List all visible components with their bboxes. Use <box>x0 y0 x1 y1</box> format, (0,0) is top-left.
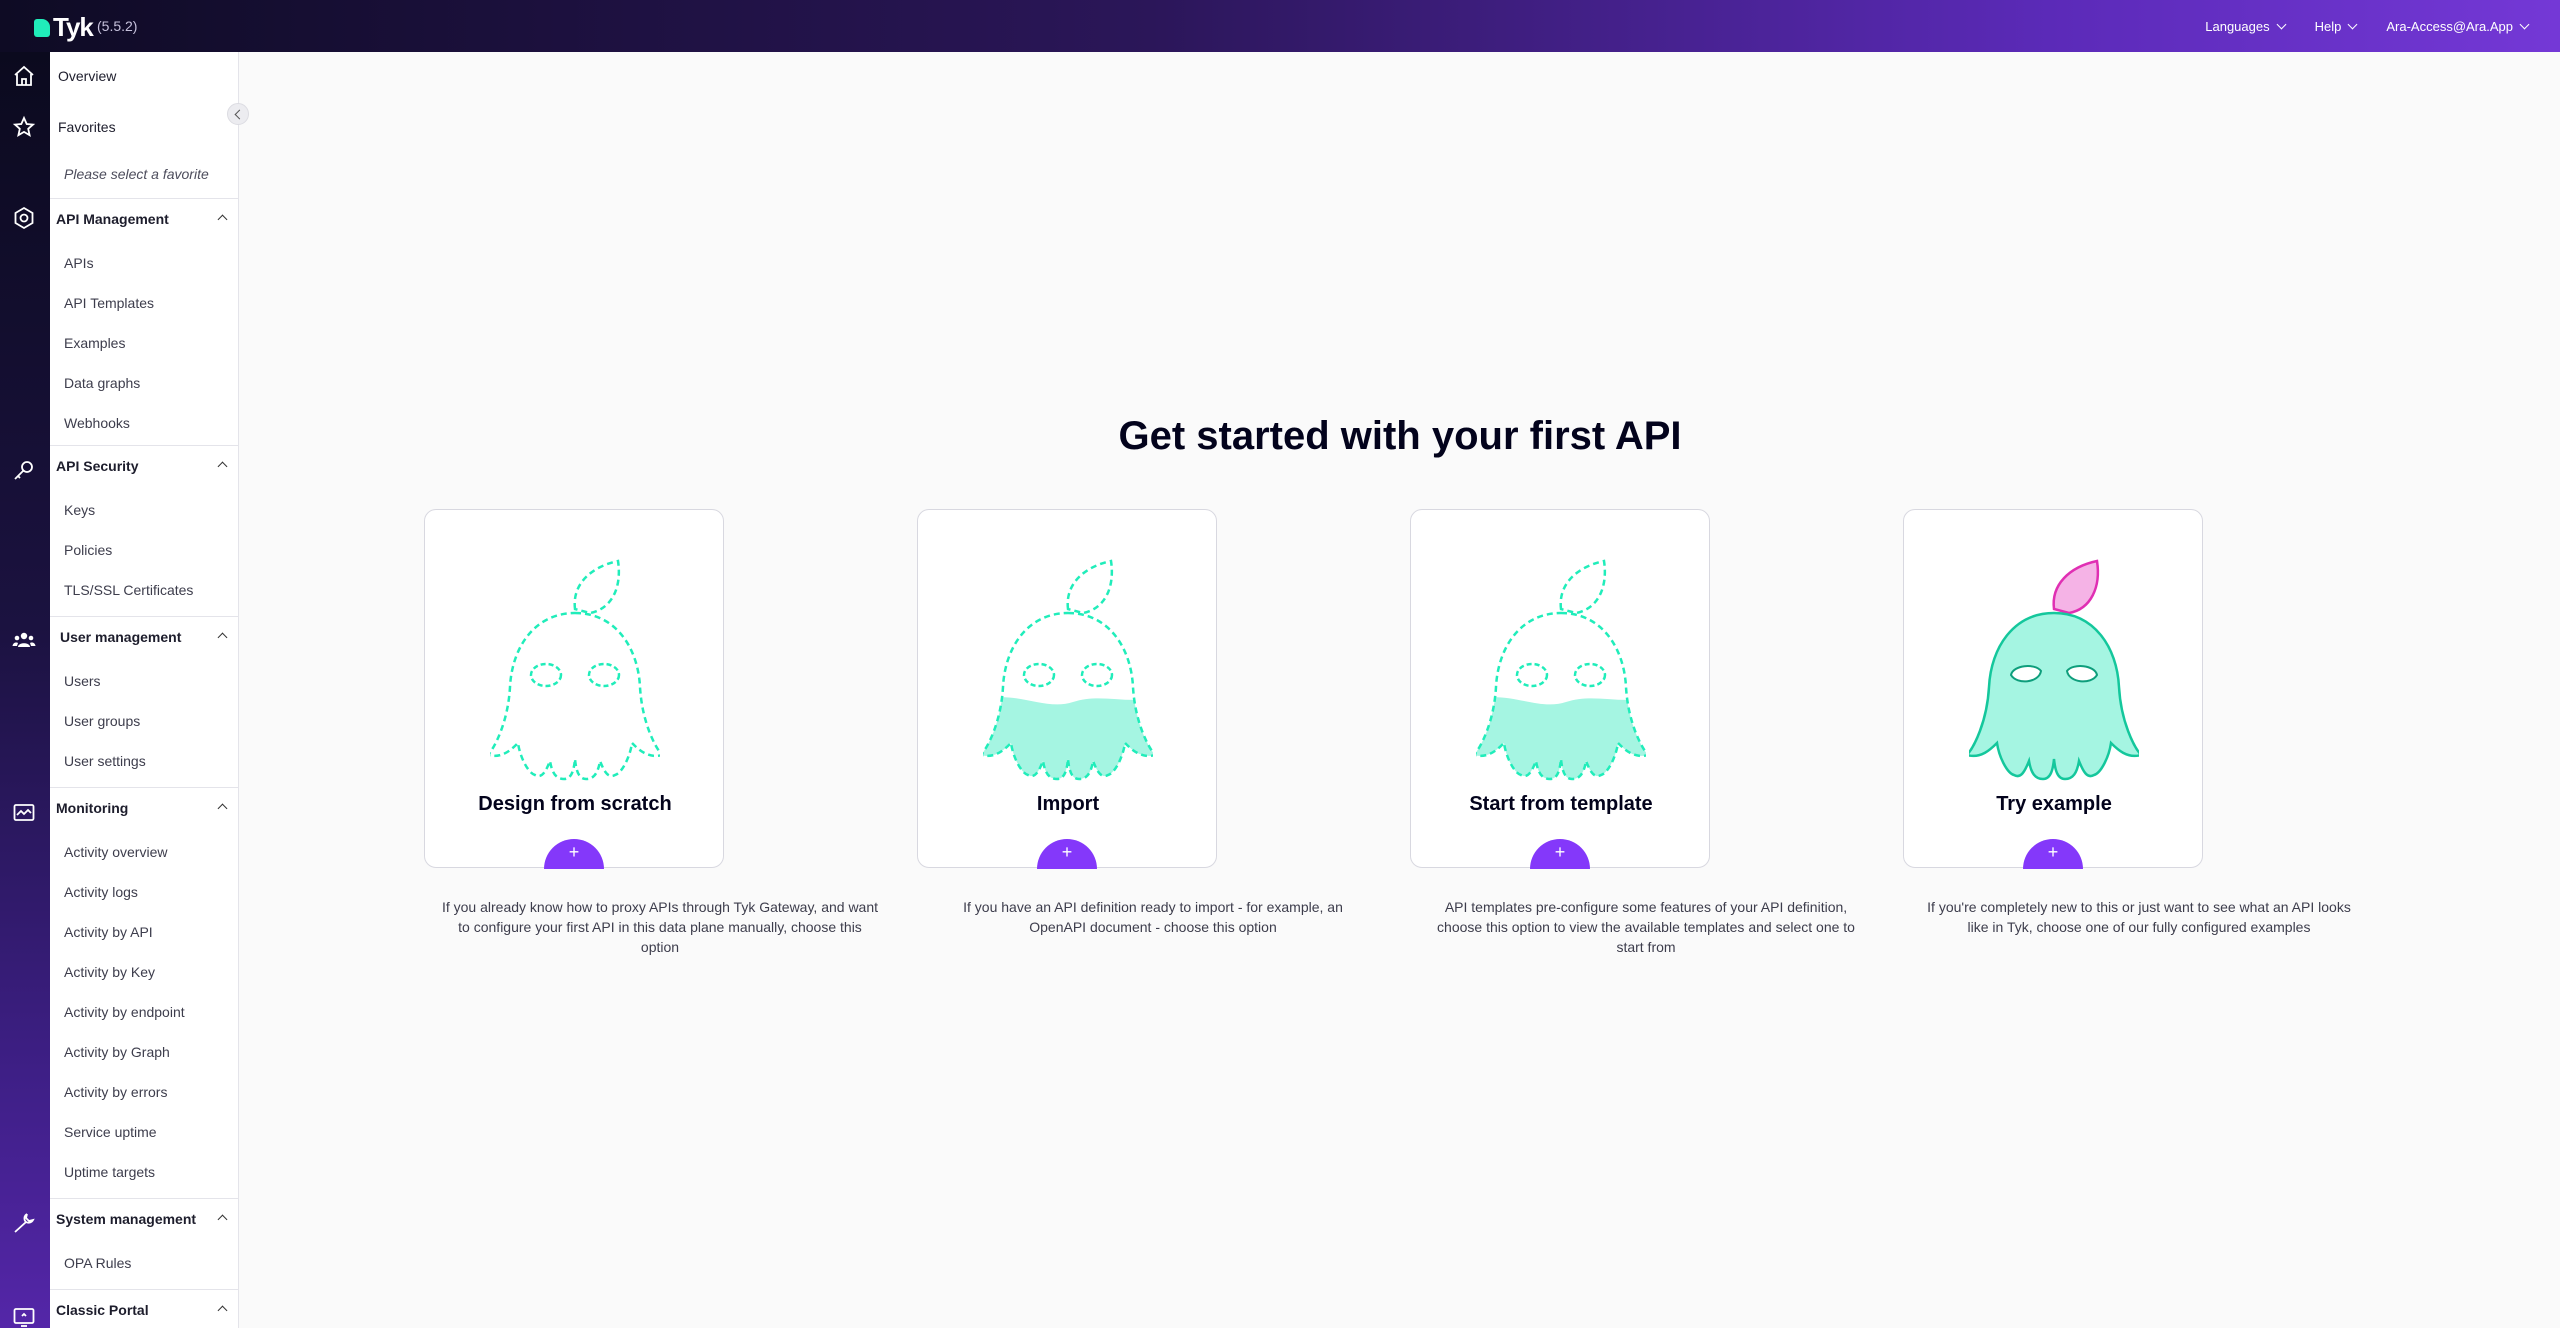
sidebar-item-opa-rules[interactable]: OPA Rules <box>64 1255 131 1271</box>
version-label: (5.5.2) <box>97 18 138 34</box>
sidebar-item-apis[interactable]: APIs <box>64 255 94 271</box>
sidebar-item-activity-by-api[interactable]: Activity by API <box>64 924 153 940</box>
sidebar-item-user-groups[interactable]: User groups <box>64 713 140 729</box>
card-title: Design from scratch <box>478 793 672 815</box>
section-label: Classic Portal <box>56 1301 149 1318</box>
logo-text: Tyk <box>53 12 94 42</box>
sidebar-item-keys[interactable]: Keys <box>64 502 95 518</box>
section-label: Monitoring <box>56 799 129 816</box>
sidebar: Overview Favorites Please select a favor… <box>50 52 239 1328</box>
sidebar-item-activity-by-key[interactable]: Activity by Key <box>64 964 155 980</box>
card-import[interactable]: Import + <box>917 509 1217 869</box>
ghost-outline-illustration <box>490 559 660 781</box>
sidebar-item-overview[interactable]: Overview <box>58 68 116 84</box>
home-icon[interactable] <box>12 64 36 88</box>
collapse-sidebar-button[interactable] <box>227 103 249 125</box>
tyk-logo-mark <box>34 18 50 37</box>
top-bar: Tyk (5.5.2) Languages Help Ara-Access@Ar… <box>0 0 2560 52</box>
chevron-down-icon <box>2347 19 2358 29</box>
ghost-half-filled-illustration <box>1476 559 1646 781</box>
section-classic-portal[interactable]: Classic Portal <box>50 1289 238 1328</box>
icon-rail <box>0 52 50 1328</box>
sidebar-item-tls-certificates[interactable]: TLS/SSL Certificates <box>64 582 193 598</box>
ghost-filled-illustration <box>1969 559 2139 781</box>
users-icon[interactable] <box>12 628 36 652</box>
section-monitoring[interactable]: Monitoring <box>50 787 238 827</box>
sidebar-item-activity-by-graph[interactable]: Activity by Graph <box>64 1044 170 1060</box>
sidebar-item-activity-overview[interactable]: Activity overview <box>64 844 167 860</box>
sidebar-item-service-uptime[interactable]: Service uptime <box>64 1124 157 1140</box>
card-design-from-scratch[interactable]: Design from scratch + <box>424 509 724 869</box>
ghost-half-filled-illustration <box>983 559 1153 781</box>
section-label: User management <box>60 628 182 645</box>
design-from-scratch-button[interactable]: + <box>544 839 604 869</box>
chevron-up-icon <box>217 461 228 472</box>
section-system-management[interactable]: System management <box>50 1198 238 1238</box>
sidebar-item-activity-logs[interactable]: Activity logs <box>64 884 138 900</box>
chevron-down-icon <box>2276 19 2287 29</box>
sidebar-item-data-graphs[interactable]: Data graphs <box>64 375 140 391</box>
section-api-security[interactable]: API Security <box>50 445 238 485</box>
sidebar-item-users[interactable]: Users <box>64 673 101 689</box>
portal-icon[interactable] <box>12 1305 36 1328</box>
page-title: Get started with your first API <box>1118 414 1682 458</box>
chevron-up-icon <box>217 1214 228 1225</box>
card-title: Try example <box>1996 793 2112 815</box>
wrench-icon[interactable] <box>12 1211 36 1235</box>
chevron-up-icon <box>217 214 228 225</box>
sidebar-item-activity-by-errors[interactable]: Activity by errors <box>64 1084 167 1100</box>
section-label: API Management <box>56 210 169 227</box>
tyk-logo[interactable]: Tyk <box>34 12 94 43</box>
help-label: Help <box>2314 18 2342 34</box>
section-label: System management <box>56 1210 197 1227</box>
chevron-up-icon <box>217 632 228 643</box>
sidebar-item-activity-by-endpoint[interactable]: Activity by endpoint <box>64 1004 185 1020</box>
top-menu: Languages Help Ara-Access@Ara.App <box>2205 0 2530 52</box>
card-start-from-template[interactable]: Start from template + <box>1410 509 1710 869</box>
section-api-management[interactable]: API Management <box>50 198 238 238</box>
sidebar-item-api-templates[interactable]: API Templates <box>64 295 154 311</box>
sidebar-item-examples[interactable]: Examples <box>64 335 125 351</box>
chevron-down-icon <box>2519 19 2530 29</box>
sidebar-item-uptime-targets[interactable]: Uptime targets <box>64 1164 155 1180</box>
try-example-button[interactable]: + <box>2023 839 2083 869</box>
start-from-template-button[interactable]: + <box>1530 839 1590 869</box>
card-description: If you have an API definition ready to i… <box>963 899 1343 935</box>
help-menu[interactable]: Help <box>2314 18 2358 34</box>
card-description: API templates pre-configure some feature… <box>1437 899 1855 955</box>
favorites-empty-text: Please select a favorite <box>64 166 209 182</box>
sidebar-item-favorites[interactable]: Favorites <box>58 119 116 135</box>
gear-icon[interactable] <box>12 206 36 230</box>
chevron-up-icon <box>217 1305 228 1316</box>
sidebar-item-webhooks[interactable]: Webhooks <box>64 415 130 431</box>
sidebar-item-user-settings[interactable]: User settings <box>64 753 146 769</box>
card-title: Import <box>1036 793 1100 815</box>
chevron-left-icon <box>234 109 245 119</box>
card-description: If you already know how to proxy APIs th… <box>441 899 879 955</box>
import-button[interactable]: + <box>1037 839 1097 869</box>
section-user-management[interactable]: User management <box>50 616 238 656</box>
card-title: Start from template <box>1469 793 1653 815</box>
star-icon[interactable] <box>12 115 36 139</box>
user-menu[interactable]: Ara-Access@Ara.App <box>2386 18 2530 34</box>
chevron-up-icon <box>217 803 228 814</box>
monitor-icon[interactable] <box>12 801 36 825</box>
section-label: API Security <box>56 457 139 474</box>
sidebar-item-policies[interactable]: Policies <box>64 542 112 558</box>
key-icon[interactable] <box>12 458 36 482</box>
languages-menu[interactable]: Languages <box>2205 18 2287 34</box>
languages-label: Languages <box>2205 18 2270 34</box>
card-try-example[interactable]: Try example + <box>1903 509 2203 869</box>
user-label: Ara-Access@Ara.App <box>2386 18 2513 34</box>
card-description: If you're completely new to this or just… <box>1927 899 2351 935</box>
